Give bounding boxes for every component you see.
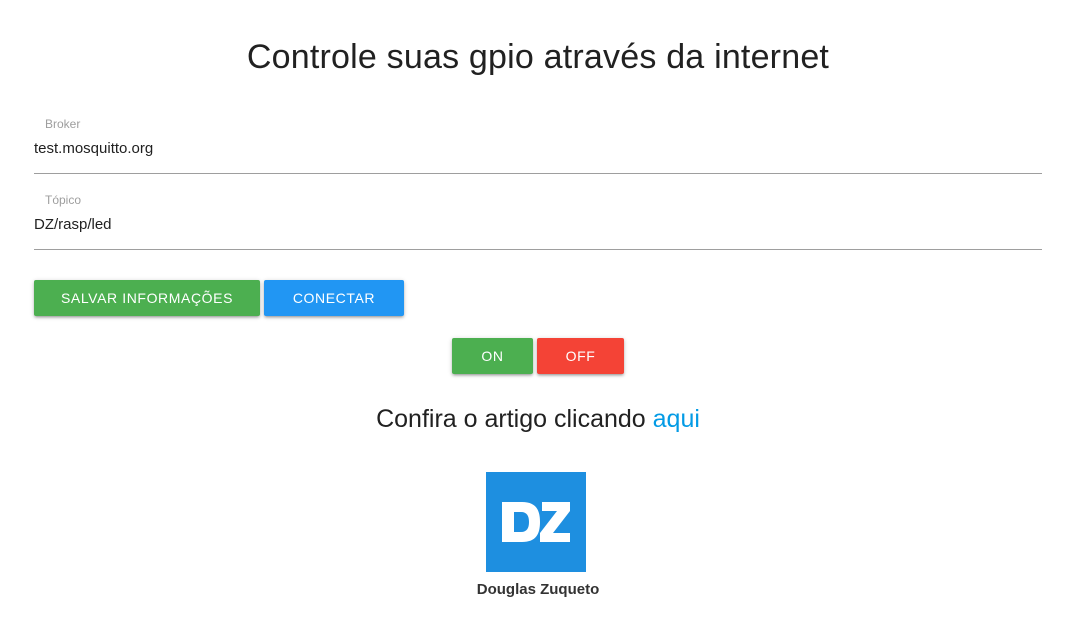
- save-info-button[interactable]: Salvar informações: [34, 280, 260, 316]
- author-logo[interactable]: [486, 472, 586, 572]
- gpio-on-button[interactable]: ON: [452, 338, 533, 374]
- gpio-off-button[interactable]: OFF: [537, 338, 624, 374]
- topic-input[interactable]: [34, 213, 1042, 235]
- topic-field: Tópico: [34, 193, 1042, 251]
- broker-underline: [34, 173, 1042, 174]
- broker-label: Broker: [45, 117, 81, 131]
- broker-field: Broker: [34, 117, 1042, 175]
- connect-button[interactable]: Conectar: [264, 280, 404, 316]
- article-link[interactable]: aqui: [653, 405, 700, 433]
- author-name: Douglas Zuqueto: [476, 581, 600, 598]
- topic-underline: [34, 249, 1042, 250]
- page: Controle suas gpio através da internet B…: [0, 0, 1081, 630]
- article-line: Confira o artigo clicando aqui: [0, 405, 1076, 434]
- broker-input[interactable]: [34, 137, 1042, 159]
- article-text: Confira o artigo clicando: [376, 405, 646, 433]
- dz-logo-icon: [502, 502, 570, 542]
- page-title: Controle suas gpio através da internet: [246, 38, 830, 76]
- topic-label: Tópico: [45, 193, 82, 207]
